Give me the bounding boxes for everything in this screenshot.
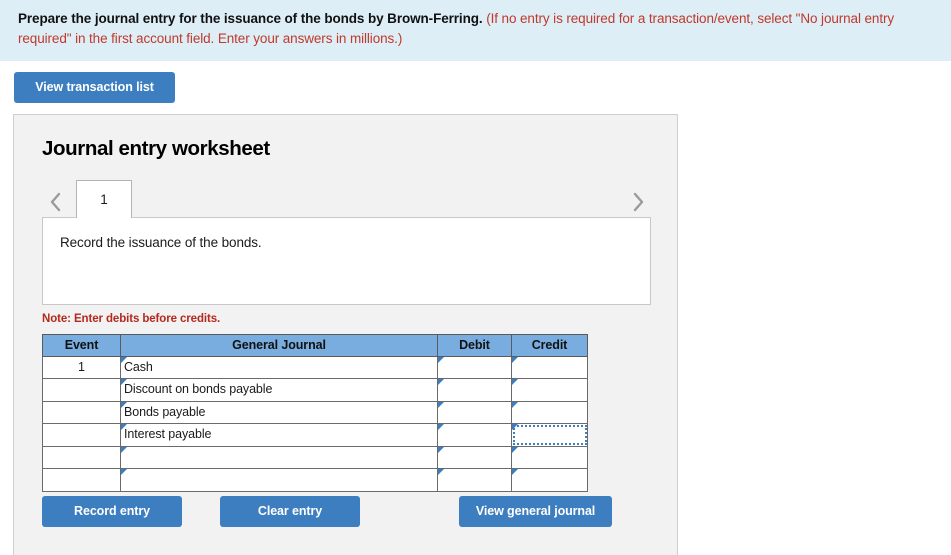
worksheet-tab-strip: 1 [14, 179, 677, 218]
dropdown-marker-icon [438, 356, 444, 363]
cell-account-select-text: Bonds payable [124, 404, 206, 419]
cell-debit-input[interactable] [437, 445, 512, 469]
cell-credit-input[interactable] [511, 468, 588, 492]
column-header-debit: Debit [437, 333, 512, 357]
dropdown-marker-icon [121, 379, 127, 385]
cell-account-select-text: Interest payable [124, 427, 212, 442]
dropdown-marker-icon [512, 356, 518, 363]
column-header-event: Event [42, 333, 121, 357]
chevron-right-icon[interactable] [625, 187, 651, 217]
cell-debit-input[interactable] [437, 423, 512, 447]
instruction-banner: Prepare the journal entry for the issuan… [0, 0, 951, 61]
cell-credit-input[interactable] [511, 423, 588, 447]
cell-event [42, 423, 121, 447]
view-general-journal-button[interactable]: View general journal [459, 495, 612, 527]
chevron-left-icon[interactable] [42, 187, 68, 217]
cell-credit-input[interactable] [511, 378, 588, 402]
table-row: 1 Cash [42, 355, 588, 379]
cell-account-select[interactable]: Cash [120, 355, 438, 379]
dropdown-marker-icon [438, 401, 444, 408]
cell-debit-input[interactable] [437, 400, 512, 424]
table-row [42, 445, 588, 469]
cell-credit-input[interactable] [511, 355, 588, 379]
general-journal-table: Event General Journal Debit Credit 1 Cash… [42, 333, 588, 492]
column-header-general-journal: General Journal [120, 333, 438, 357]
record-entry-button[interactable]: Record entry [42, 495, 182, 527]
cell-credit-input[interactable] [511, 400, 588, 424]
cell-event: 1 [42, 355, 121, 379]
table-row: Interest payable [42, 423, 588, 447]
debits-before-credits-note: Note: Enter debits before credits. [42, 312, 221, 325]
dropdown-marker-icon [512, 379, 518, 385]
general-journal-table-body: 1 Cash Discount on bonds payable Bonds paya… [42, 355, 588, 492]
transaction-description-text: Record the issuance of the bonds. [60, 234, 262, 250]
cell-account-select[interactable] [120, 468, 438, 492]
table-header-row: Event General Journal Debit Credit [42, 333, 588, 357]
dropdown-marker-icon [512, 446, 518, 453]
cell-event [42, 400, 121, 424]
dropdown-marker-icon [512, 469, 518, 475]
cell-credit-input[interactable] [511, 445, 588, 469]
cell-account-select-text: Discount on bonds payable [124, 382, 273, 397]
dropdown-marker-icon [121, 446, 127, 453]
column-header-credit: Credit [511, 333, 588, 357]
dropdown-marker-icon [512, 424, 518, 430]
table-row: Bonds payable [42, 400, 588, 424]
cell-event [42, 445, 121, 469]
dropdown-marker-icon [438, 379, 444, 385]
instruction-main-text: Prepare the journal entry for the issuan… [18, 11, 483, 26]
cell-account-select[interactable]: Bonds payable [120, 400, 438, 424]
view-transaction-list-button[interactable]: View transaction list [14, 71, 175, 103]
dropdown-marker-icon [512, 401, 518, 408]
worksheet-tab-list: 1 [76, 179, 625, 218]
dropdown-marker-icon [121, 356, 127, 363]
table-row: Discount on bonds payable [42, 378, 588, 402]
journal-entry-worksheet-panel: Journal entry worksheet 1 Record the iss… [13, 113, 678, 555]
dropdown-marker-icon [438, 446, 444, 453]
worksheet-action-row: Record entry Clear entry View general jo… [42, 495, 677, 539]
clear-entry-button[interactable]: Clear entry [220, 495, 360, 527]
dropdown-marker-icon [438, 469, 444, 475]
dropdown-marker-icon [121, 401, 127, 408]
cell-debit-input[interactable] [437, 355, 512, 379]
dropdown-marker-icon [121, 469, 127, 475]
cell-debit-input[interactable] [437, 378, 512, 402]
cell-event [42, 378, 121, 402]
worksheet-title: Journal entry worksheet [42, 136, 270, 160]
dropdown-marker-icon [121, 424, 127, 430]
cell-account-select[interactable]: Interest payable [120, 423, 438, 447]
cell-account-select[interactable]: Discount on bonds payable [120, 378, 438, 402]
transaction-description-box: Record the issuance of the bonds. [42, 216, 651, 305]
cell-account-select[interactable] [120, 445, 438, 469]
cell-account-select-text: Cash [124, 359, 153, 374]
cell-event [42, 468, 121, 492]
table-row [42, 468, 588, 492]
worksheet-tab-1[interactable]: 1 [76, 179, 132, 218]
cell-debit-input[interactable] [437, 468, 512, 492]
dropdown-marker-icon [438, 424, 444, 430]
